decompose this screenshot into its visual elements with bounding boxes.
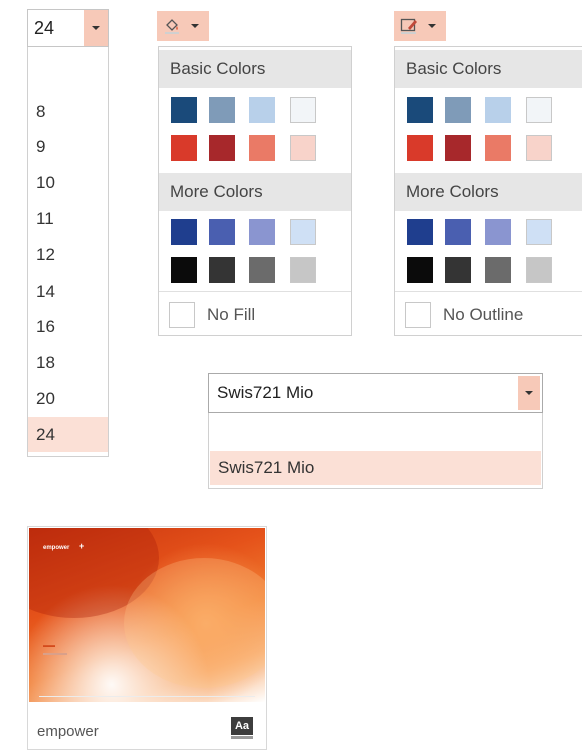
basic-colors-header: Basic Colors bbox=[159, 50, 351, 88]
color-swatch[interactable] bbox=[445, 257, 471, 283]
color-swatch[interactable] bbox=[407, 135, 433, 161]
badge-caption-bar bbox=[231, 736, 253, 739]
color-swatch[interactable] bbox=[249, 257, 275, 283]
color-swatch[interactable] bbox=[171, 97, 197, 123]
no-outline-swatch bbox=[405, 302, 431, 328]
thumbnail-footer-line bbox=[39, 696, 255, 697]
no-outline-label: No Outline bbox=[443, 305, 524, 324]
basic-colors-header: Basic Colors bbox=[395, 50, 582, 88]
font-name-dropdown-arrow-icon[interactable] bbox=[518, 376, 540, 410]
brand-logo: empower bbox=[43, 545, 70, 551]
color-swatch[interactable] bbox=[526, 135, 552, 161]
pen-outline-icon bbox=[400, 17, 418, 35]
color-swatch[interactable] bbox=[249, 219, 275, 245]
color-swatch[interactable] bbox=[290, 135, 316, 161]
color-swatch[interactable] bbox=[485, 97, 511, 123]
color-swatch[interactable] bbox=[249, 135, 275, 161]
color-swatch[interactable] bbox=[526, 97, 552, 123]
font-size-option-selected[interactable]: 24 bbox=[28, 417, 108, 452]
more-colors-header: More Colors bbox=[159, 173, 351, 211]
font-name-list: Swis721 Mio bbox=[208, 413, 543, 489]
color-swatch[interactable] bbox=[209, 135, 235, 161]
thumbnail-subtitle-bar bbox=[43, 653, 67, 655]
chevron-down-icon bbox=[428, 24, 436, 28]
thumbnail-shape bbox=[124, 558, 265, 688]
theme-tile-empower[interactable]: empower + ▬▬ empower Aa bbox=[27, 526, 267, 750]
font-size-option[interactable]: 20 bbox=[28, 381, 108, 416]
color-swatch[interactable] bbox=[290, 257, 316, 283]
color-swatch[interactable] bbox=[209, 97, 235, 123]
font-name-option-selected[interactable]: Swis721 Mio bbox=[210, 451, 541, 485]
font-name-value[interactable]: Swis721 Mio bbox=[217, 383, 313, 403]
shape-fill-button[interactable] bbox=[157, 11, 209, 41]
font-size-value[interactable]: 24 bbox=[34, 18, 54, 39]
no-fill-option[interactable]: No Fill bbox=[159, 293, 351, 337]
more-colors-header: More Colors bbox=[395, 173, 582, 211]
font-size-option[interactable]: 12 bbox=[28, 237, 108, 272]
font-size-option[interactable]: 18 bbox=[28, 345, 108, 380]
theme-thumbnail: empower + ▬▬ bbox=[29, 528, 265, 702]
color-swatch[interactable] bbox=[445, 135, 471, 161]
font-name-combobox[interactable]: Swis721 Mio bbox=[208, 373, 543, 413]
color-swatch[interactable] bbox=[526, 257, 552, 283]
color-swatch[interactable] bbox=[485, 135, 511, 161]
font-size-option[interactable]: 16 bbox=[28, 309, 108, 344]
color-swatch[interactable] bbox=[249, 97, 275, 123]
color-swatch[interactable] bbox=[171, 219, 197, 245]
font-size-option[interactable]: 10 bbox=[28, 165, 108, 200]
fill-color-palette: Basic Colors More Colors No Fill bbox=[158, 46, 352, 336]
paint-bucket-icon bbox=[163, 17, 181, 35]
color-swatch[interactable] bbox=[209, 257, 235, 283]
color-swatch[interactable] bbox=[445, 97, 471, 123]
brand-plus-icon: + bbox=[79, 541, 85, 551]
color-swatch[interactable] bbox=[445, 219, 471, 245]
no-fill-swatch bbox=[169, 302, 195, 328]
outline-color-palette: Basic Colors More Colors No Outline bbox=[394, 46, 582, 336]
color-swatch[interactable] bbox=[526, 219, 552, 245]
font-size-option[interactable]: 8 bbox=[28, 94, 108, 129]
color-swatch[interactable] bbox=[485, 219, 511, 245]
no-fill-label: No Fill bbox=[207, 305, 256, 324]
color-swatch[interactable] bbox=[290, 219, 316, 245]
color-swatch[interactable] bbox=[171, 135, 197, 161]
color-swatch[interactable] bbox=[407, 257, 433, 283]
font-size-option[interactable]: 14 bbox=[28, 274, 108, 309]
color-swatch[interactable] bbox=[290, 97, 316, 123]
divider bbox=[159, 291, 351, 292]
theme-name: empower bbox=[37, 723, 99, 740]
font-aa-badge-icon: Aa bbox=[231, 717, 253, 735]
thumbnail-title-bar: ▬▬ bbox=[43, 643, 55, 649]
color-swatch[interactable] bbox=[485, 257, 511, 283]
font-size-option[interactable]: 9 bbox=[28, 129, 108, 164]
chevron-down-icon bbox=[191, 24, 199, 28]
font-size-list: 8 9 10 11 12 14 16 18 20 24 bbox=[27, 47, 109, 457]
shape-outline-button[interactable] bbox=[394, 11, 446, 41]
no-outline-option[interactable]: No Outline bbox=[395, 293, 582, 337]
color-swatch[interactable] bbox=[407, 219, 433, 245]
divider bbox=[395, 291, 582, 292]
color-swatch[interactable] bbox=[407, 97, 433, 123]
color-swatch[interactable] bbox=[209, 219, 235, 245]
color-swatch[interactable] bbox=[171, 257, 197, 283]
font-size-dropdown-arrow-icon[interactable] bbox=[84, 10, 108, 46]
font-size-combobox[interactable]: 24 bbox=[27, 9, 109, 47]
font-size-option[interactable]: 11 bbox=[28, 201, 108, 236]
